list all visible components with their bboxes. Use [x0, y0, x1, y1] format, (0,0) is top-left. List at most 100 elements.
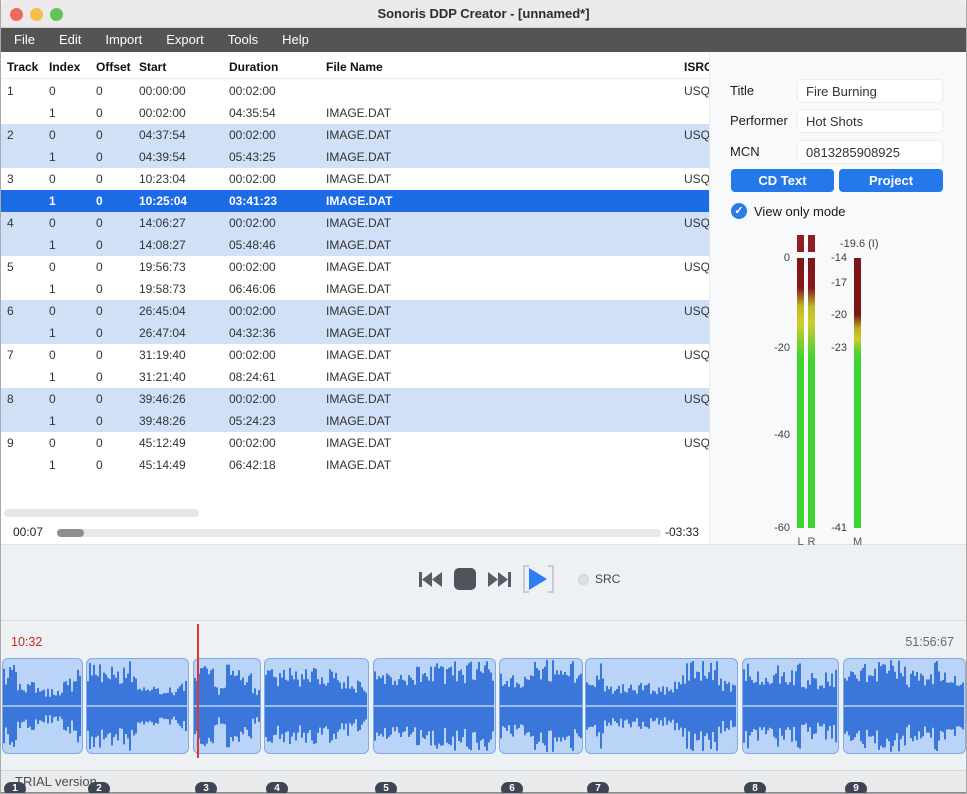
cell-track: 5 [7, 260, 49, 274]
column-index[interactable]: Index [49, 60, 96, 74]
menu-file[interactable]: File [2, 28, 47, 52]
track-number-badge[interactable]: 7 [587, 782, 609, 794]
waveform-segment[interactable] [499, 658, 583, 754]
cell-duration: 00:02:00 [229, 216, 326, 230]
track-number-badge[interactable]: 3 [195, 782, 217, 794]
column-offset[interactable]: Offset [96, 60, 139, 74]
cell-index: 0 [49, 348, 96, 362]
stop-icon [454, 568, 476, 590]
close-button[interactable] [10, 8, 23, 21]
view-only-checkbox[interactable]: ✓ [731, 203, 747, 219]
waveform-segment[interactable] [843, 658, 966, 754]
table-row[interactable]: 1014:08:2705:48:46IMAGE.DAT [1, 234, 709, 256]
skip-forward-icon [488, 571, 511, 588]
track-table: Track Index Offset Start Duration File N… [1, 52, 709, 545]
cell-track: 9 [7, 436, 49, 450]
track-number-badge[interactable]: 5 [375, 782, 397, 794]
table-row[interactable]: 1010:25:0403:41:23IMAGE.DAT [1, 190, 709, 212]
table-row[interactable]: 20004:37:5400:02:00IMAGE.DATUSQ [1, 124, 709, 146]
table-row[interactable]: 50019:56:7300:02:00IMAGE.DATUSQ [1, 256, 709, 278]
column-track[interactable]: Track [7, 60, 49, 74]
cell-track: 3 [7, 172, 49, 186]
cell-offset: 0 [96, 260, 139, 274]
table-row[interactable]: 1026:47:0404:32:36IMAGE.DAT [1, 322, 709, 344]
table-row[interactable]: 40014:06:2700:02:00IMAGE.DATUSQ [1, 212, 709, 234]
table-row[interactable]: 1039:48:2605:24:23IMAGE.DAT [1, 410, 709, 432]
waveform-segment[interactable] [585, 658, 738, 754]
table-row[interactable]: 80039:46:2600:02:00IMAGE.DATUSQ [1, 388, 709, 410]
cell-isrc: USQ [684, 172, 709, 186]
src-indicator-icon[interactable] [578, 574, 589, 585]
cell-file: IMAGE.DAT [326, 260, 684, 274]
playback-slider-thumb[interactable] [57, 529, 84, 537]
column-duration[interactable]: Duration [229, 60, 326, 74]
track-number-badge[interactable]: 6 [501, 782, 523, 794]
track-number-badge[interactable]: 2 [88, 782, 110, 794]
skip-back-button[interactable] [419, 571, 442, 588]
waveform-segment[interactable] [373, 658, 496, 754]
table-row[interactable]: 1004:39:5405:43:25IMAGE.DAT [1, 146, 709, 168]
track-number-badge[interactable]: 4 [266, 782, 288, 794]
cell-offset: 0 [96, 106, 139, 120]
table-header: Track Index Offset Start Duration File N… [1, 55, 709, 79]
menu-export[interactable]: Export [154, 28, 216, 52]
minimize-button[interactable] [30, 8, 43, 21]
track-number-badge[interactable]: 8 [744, 782, 766, 794]
cell-offset: 0 [96, 326, 139, 340]
column-file-name[interactable]: File Name [326, 60, 684, 74]
cell-offset: 0 [96, 304, 139, 318]
cell-isrc: USQ [684, 216, 709, 230]
table-row[interactable]: 70031:19:4000:02:00IMAGE.DATUSQ [1, 344, 709, 366]
waveform-segment[interactable] [86, 658, 189, 754]
cell-duration: 06:42:18 [229, 458, 326, 472]
stop-button[interactable] [454, 568, 476, 590]
menu-help[interactable]: Help [270, 28, 321, 52]
table-row[interactable]: 1000:02:0004:35:54IMAGE.DAT [1, 102, 709, 124]
waveform-segment[interactable] [2, 658, 83, 754]
playback-progress-row: 00:07 -03:33 [1, 523, 709, 543]
horizontal-scrollbar[interactable] [4, 509, 199, 517]
playhead-position-label: 10:32 [11, 635, 42, 649]
cell-start: 31:19:40 [139, 348, 229, 362]
cell-index: 1 [49, 326, 96, 340]
table-row[interactable]: 10000:00:0000:02:00USQ [1, 80, 709, 102]
table-row[interactable]: 1019:58:7306:46:06IMAGE.DAT [1, 278, 709, 300]
cell-start: 39:48:26 [139, 414, 229, 428]
waveform-segment[interactable] [193, 658, 261, 754]
performer-field[interactable] [797, 109, 943, 133]
cell-offset: 0 [96, 392, 139, 406]
table-row[interactable]: 60026:45:0400:02:00IMAGE.DATUSQ [1, 300, 709, 322]
cell-index: 0 [49, 128, 96, 142]
track-number-badge[interactable]: 1 [4, 782, 26, 794]
table-row[interactable]: 1045:14:4906:42:18IMAGE.DAT [1, 454, 709, 476]
playback-slider[interactable] [57, 529, 661, 537]
cell-start: 00:00:00 [139, 84, 229, 98]
column-start[interactable]: Start [139, 60, 229, 74]
play-button[interactable] [523, 565, 554, 593]
menu-tools[interactable]: Tools [216, 28, 270, 52]
lr-scale-60: -60 [760, 522, 790, 534]
playhead-cursor[interactable] [197, 624, 199, 758]
cell-file: IMAGE.DAT [326, 216, 684, 230]
cell-isrc: USQ [684, 260, 709, 274]
waveform-segment[interactable] [742, 658, 839, 754]
waveform-graph [194, 659, 260, 753]
title-field[interactable] [797, 79, 943, 103]
cell-file: IMAGE.DAT [326, 348, 684, 362]
waveform-segment[interactable] [264, 658, 369, 754]
cell-file: IMAGE.DAT [326, 128, 684, 142]
track-number-badge[interactable]: 9 [845, 782, 867, 794]
cell-file: IMAGE.DAT [326, 304, 684, 318]
menu-edit[interactable]: Edit [47, 28, 93, 52]
project-button[interactable]: Project [839, 169, 943, 192]
skip-forward-button[interactable] [488, 571, 511, 588]
table-row[interactable]: 30010:23:0400:02:00IMAGE.DATUSQ [1, 168, 709, 190]
zoom-button[interactable] [50, 8, 63, 21]
mcn-field[interactable] [797, 140, 943, 164]
table-row[interactable]: 90045:12:4900:02:00IMAGE.DATUSQ [1, 432, 709, 454]
cd-text-button[interactable]: CD Text [731, 169, 834, 192]
column-isrc[interactable]: ISRC [684, 60, 709, 74]
cell-offset: 0 [96, 370, 139, 384]
table-row[interactable]: 1031:21:4008:24:61IMAGE.DAT [1, 366, 709, 388]
menu-import[interactable]: Import [93, 28, 154, 52]
